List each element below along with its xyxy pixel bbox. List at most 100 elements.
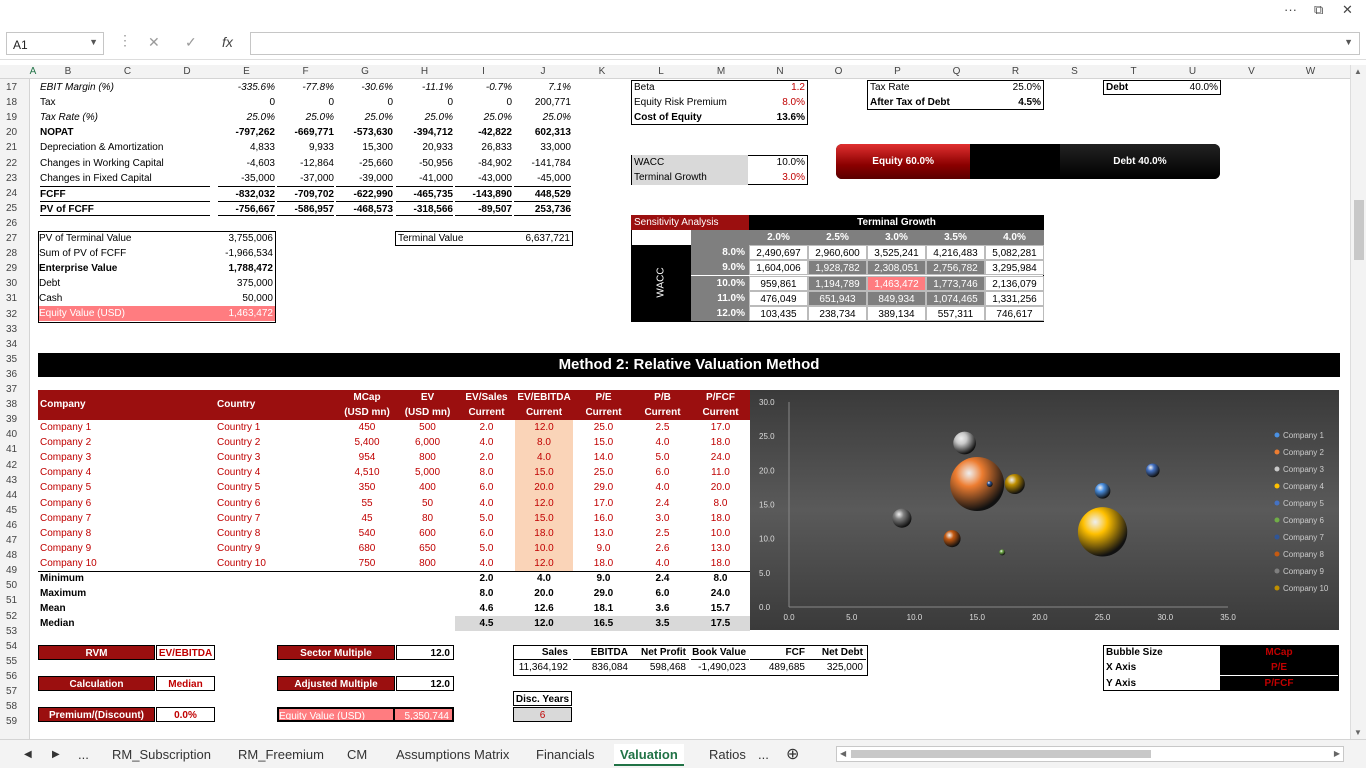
disc-years-value[interactable]: 6 (513, 707, 572, 722)
name-box[interactable]: A1 ▼ (6, 32, 104, 55)
row-header-46[interactable]: 46 (0, 518, 28, 533)
chevron-down-icon[interactable]: ▼ (1344, 37, 1353, 47)
row-header-56[interactable]: 56 (0, 669, 28, 684)
worksheet-grid[interactable]: EBIT Margin (%) -335.6% -77.8% -30.6% -11.1%… (30, 79, 1348, 739)
column-header-R[interactable]: R (986, 66, 1045, 77)
column-header-J[interactable]: J (513, 66, 573, 77)
control-value[interactable]: Median (156, 676, 215, 691)
row-header-19[interactable]: 19 (0, 110, 28, 125)
tab-ratios[interactable]: Ratios (703, 744, 752, 766)
cancel-icon[interactable]: ✕ (148, 34, 160, 51)
column-header-I[interactable]: I (454, 66, 513, 77)
row-header-33[interactable]: 33 (0, 322, 28, 337)
row-header-31[interactable]: 31 (0, 291, 28, 306)
row-header-21[interactable]: 21 (0, 140, 28, 155)
column-header-Q[interactable]: Q (927, 66, 986, 77)
column-header-K[interactable]: K (573, 66, 631, 77)
row-header-35[interactable]: 35 (0, 352, 28, 367)
row-header-22[interactable]: 22 (0, 156, 28, 171)
formula-input[interactable]: ▼ (250, 32, 1360, 55)
tab-valuation[interactable]: Valuation (614, 744, 684, 766)
column-header-S[interactable]: S (1045, 66, 1104, 77)
column-header-C[interactable]: C (98, 66, 157, 77)
bubble-chart[interactable]: 0.0 5.0 10.0 15.0 20.0 25.0 30.0 35.0 0.0 5.0 10.0… (750, 390, 1339, 630)
row-header-44[interactable]: 44 (0, 488, 28, 503)
more-icon[interactable]: ⋮ (118, 32, 132, 49)
more-icon[interactable]: ··· (1284, 2, 1297, 17)
column-header-U[interactable]: U (1163, 66, 1222, 77)
column-header-V[interactable]: V (1222, 66, 1281, 77)
insert-function-icon[interactable]: fx (222, 34, 233, 50)
column-header-M[interactable]: M (691, 66, 751, 77)
tab-[interactable]: ... (72, 744, 95, 766)
column-header-O[interactable]: O (809, 66, 868, 77)
row-header-47[interactable]: 47 (0, 533, 28, 548)
scroll-up-icon[interactable]: ▲ (1354, 67, 1362, 76)
tab-[interactable]: ... (752, 744, 775, 766)
bubble-config-value[interactable]: P/E (1220, 660, 1338, 676)
control-value[interactable]: EV/EBITDA (156, 645, 215, 660)
row-header-52[interactable]: 52 (0, 609, 28, 624)
column-header-D[interactable]: D (157, 66, 217, 77)
row-header-26[interactable]: 26 (0, 216, 28, 231)
column-header-E[interactable]: E (217, 66, 276, 77)
bubble-config-value[interactable]: MCap (1220, 645, 1338, 660)
row-header-24[interactable]: 24 (0, 186, 28, 201)
close-icon[interactable]: ✕ (1342, 2, 1353, 18)
row-header-34[interactable]: 34 (0, 337, 28, 352)
row-header-25[interactable]: 25 (0, 201, 28, 216)
row-header-54[interactable]: 54 (0, 639, 28, 654)
row-header-57[interactable]: 57 (0, 684, 28, 699)
row-header-43[interactable]: 43 (0, 473, 28, 488)
tab-assumptions-matrix[interactable]: Assumptions Matrix (390, 744, 515, 766)
scroll-thumb[interactable] (1354, 200, 1364, 260)
row-header-29[interactable]: 29 (0, 261, 28, 276)
row-header-41[interactable]: 41 (0, 442, 28, 457)
horizontal-scrollbar[interactable]: ◀ ▶ (836, 746, 1344, 762)
column-header-H[interactable]: H (395, 66, 454, 77)
column-header-B[interactable]: B (38, 66, 98, 77)
row-header-37[interactable]: 37 (0, 382, 28, 397)
column-header-G[interactable]: G (335, 66, 395, 77)
column-header-P[interactable]: P (868, 66, 927, 77)
row-header-23[interactable]: 23 (0, 171, 28, 186)
tab-rm-freemium[interactable]: RM_Freemium (232, 744, 330, 766)
restore-icon[interactable]: ⧉ (1314, 2, 1323, 18)
row-header-49[interactable]: 49 (0, 563, 28, 578)
row-header-40[interactable]: 40 (0, 427, 28, 442)
enter-icon[interactable]: ✓ (185, 34, 197, 51)
column-header-T[interactable]: T (1104, 66, 1163, 77)
row-header-50[interactable]: 50 (0, 578, 28, 593)
vertical-scrollbar[interactable]: ▲ ▼ (1350, 65, 1366, 739)
row-header-55[interactable]: 55 (0, 654, 28, 669)
column-header-N[interactable]: N (751, 66, 809, 77)
column-header-L[interactable]: L (631, 66, 691, 77)
next-sheet-icon[interactable]: ▶ (46, 744, 66, 766)
row-header-51[interactable]: 51 (0, 593, 28, 608)
bubble-config-value[interactable]: P/FCF (1220, 675, 1338, 691)
scroll-down-icon[interactable]: ▼ (1354, 728, 1362, 737)
row-header-45[interactable]: 45 (0, 503, 28, 518)
row-header-48[interactable]: 48 (0, 548, 28, 563)
prev-sheet-icon[interactable]: ◀ (18, 744, 38, 766)
row-header-30[interactable]: 30 (0, 276, 28, 291)
row-header-38[interactable]: 38 (0, 397, 28, 412)
row-header-28[interactable]: 28 (0, 246, 28, 261)
control-value[interactable]: 0.0% (156, 707, 215, 722)
column-header-F[interactable]: F (276, 66, 335, 77)
row-header-42[interactable]: 42 (0, 458, 28, 473)
row-header-17[interactable]: 17 (0, 80, 28, 95)
row-header-32[interactable]: 32 (0, 307, 28, 322)
tab-rm-subscription[interactable]: RM_Subscription (106, 744, 217, 766)
row-header-36[interactable]: 36 (0, 367, 28, 382)
tab-financials[interactable]: Financials (530, 744, 601, 766)
scroll-left-icon[interactable]: ◀ (840, 749, 846, 758)
scroll-thumb[interactable] (851, 750, 1151, 758)
tab-cm[interactable]: CM (341, 744, 373, 766)
row-header-58[interactable]: 58 (0, 699, 28, 714)
add-sheet-icon[interactable]: ⊕ (780, 744, 805, 766)
row-header-53[interactable]: 53 (0, 624, 28, 639)
row-header-18[interactable]: 18 (0, 95, 28, 110)
row-header-27[interactable]: 27 (0, 231, 28, 246)
scroll-right-icon[interactable]: ▶ (1334, 749, 1340, 758)
